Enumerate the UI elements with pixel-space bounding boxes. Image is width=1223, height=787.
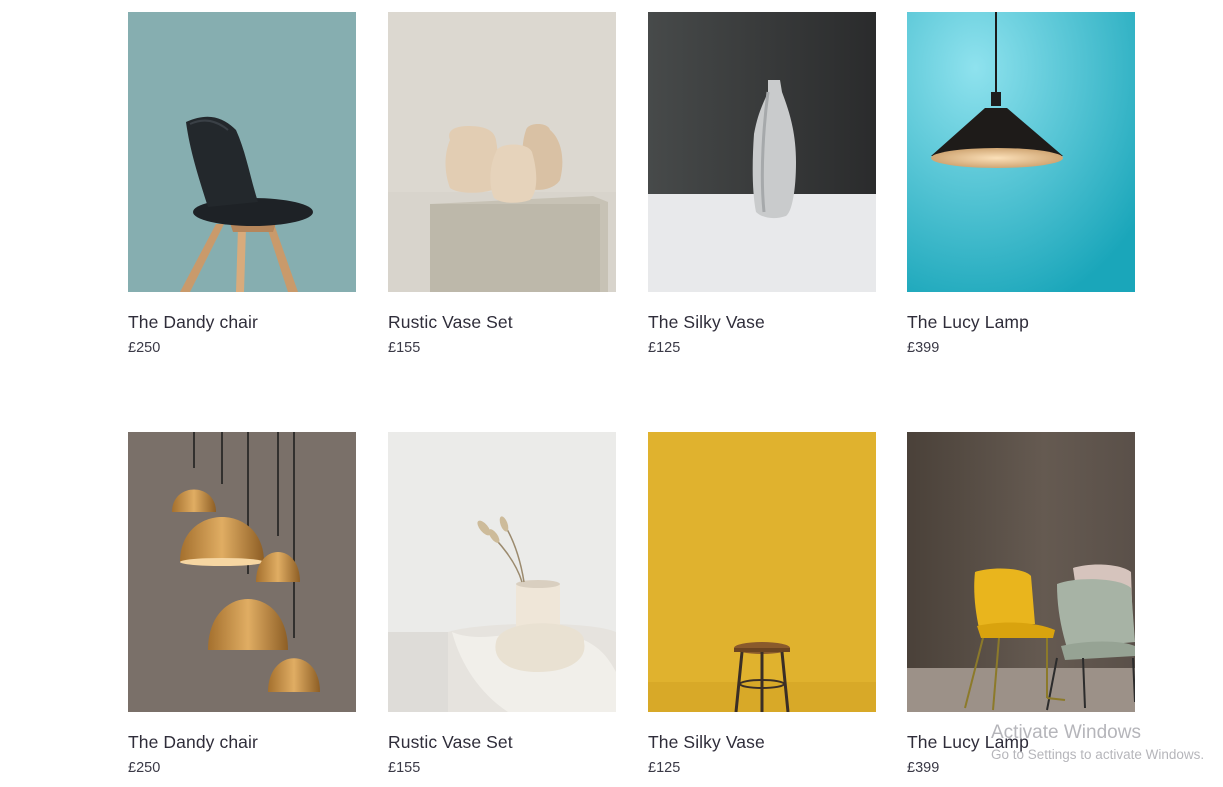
product-image[interactable] bbox=[128, 432, 356, 712]
product-price: £250 bbox=[128, 340, 161, 356]
product-price: £125 bbox=[648, 760, 681, 776]
product-card[interactable]: The Lucy Lamp £399 bbox=[907, 432, 1135, 776]
product-title[interactable]: The Silky Vase bbox=[648, 312, 765, 333]
product-card[interactable]: The Silky Vase £125 bbox=[648, 432, 876, 776]
product-price: £125 bbox=[648, 340, 681, 356]
product-image[interactable] bbox=[648, 432, 876, 712]
stool-image bbox=[648, 432, 876, 712]
product-image[interactable] bbox=[128, 12, 356, 292]
product-card[interactable]: The Dandy chair £250 bbox=[128, 12, 356, 356]
product-card[interactable]: The Lucy Lamp £399 bbox=[907, 12, 1135, 356]
product-card[interactable]: Rustic Vase Set £155 bbox=[388, 432, 616, 776]
product-card[interactable]: The Silky Vase £125 bbox=[648, 12, 876, 356]
product-card[interactable]: Rustic Vase Set £155 bbox=[388, 12, 616, 356]
product-price: £399 bbox=[907, 760, 940, 776]
product-image[interactable] bbox=[388, 432, 616, 712]
product-price: £155 bbox=[388, 760, 421, 776]
silky-vase-image bbox=[648, 12, 876, 292]
product-card[interactable]: The Dandy chair £250 bbox=[128, 432, 356, 776]
product-image[interactable] bbox=[388, 12, 616, 292]
product-title[interactable]: The Lucy Lamp bbox=[907, 312, 1029, 333]
vases-image bbox=[388, 12, 616, 292]
lucy-lamp-image bbox=[907, 12, 1135, 292]
product-price: £155 bbox=[388, 340, 421, 356]
chairs-image bbox=[907, 432, 1135, 712]
product-title[interactable]: Rustic Vase Set bbox=[388, 732, 513, 753]
product-title[interactable]: Rustic Vase Set bbox=[388, 312, 513, 333]
product-price: £250 bbox=[128, 760, 161, 776]
product-price: £399 bbox=[907, 340, 940, 356]
chair-image bbox=[128, 12, 356, 292]
product-image[interactable] bbox=[907, 432, 1135, 712]
copper-lamps-image bbox=[128, 432, 356, 712]
white-vase-image bbox=[388, 432, 616, 712]
product-title[interactable]: The Dandy chair bbox=[128, 312, 258, 333]
product-title[interactable]: The Silky Vase bbox=[648, 732, 765, 753]
product-grid: The Dandy chair £250 Rustic Vase Set £15… bbox=[0, 0, 1223, 787]
product-title[interactable]: The Lucy Lamp bbox=[907, 732, 1029, 753]
product-title[interactable]: The Dandy chair bbox=[128, 732, 258, 753]
product-image[interactable] bbox=[648, 12, 876, 292]
product-image[interactable] bbox=[907, 12, 1135, 292]
